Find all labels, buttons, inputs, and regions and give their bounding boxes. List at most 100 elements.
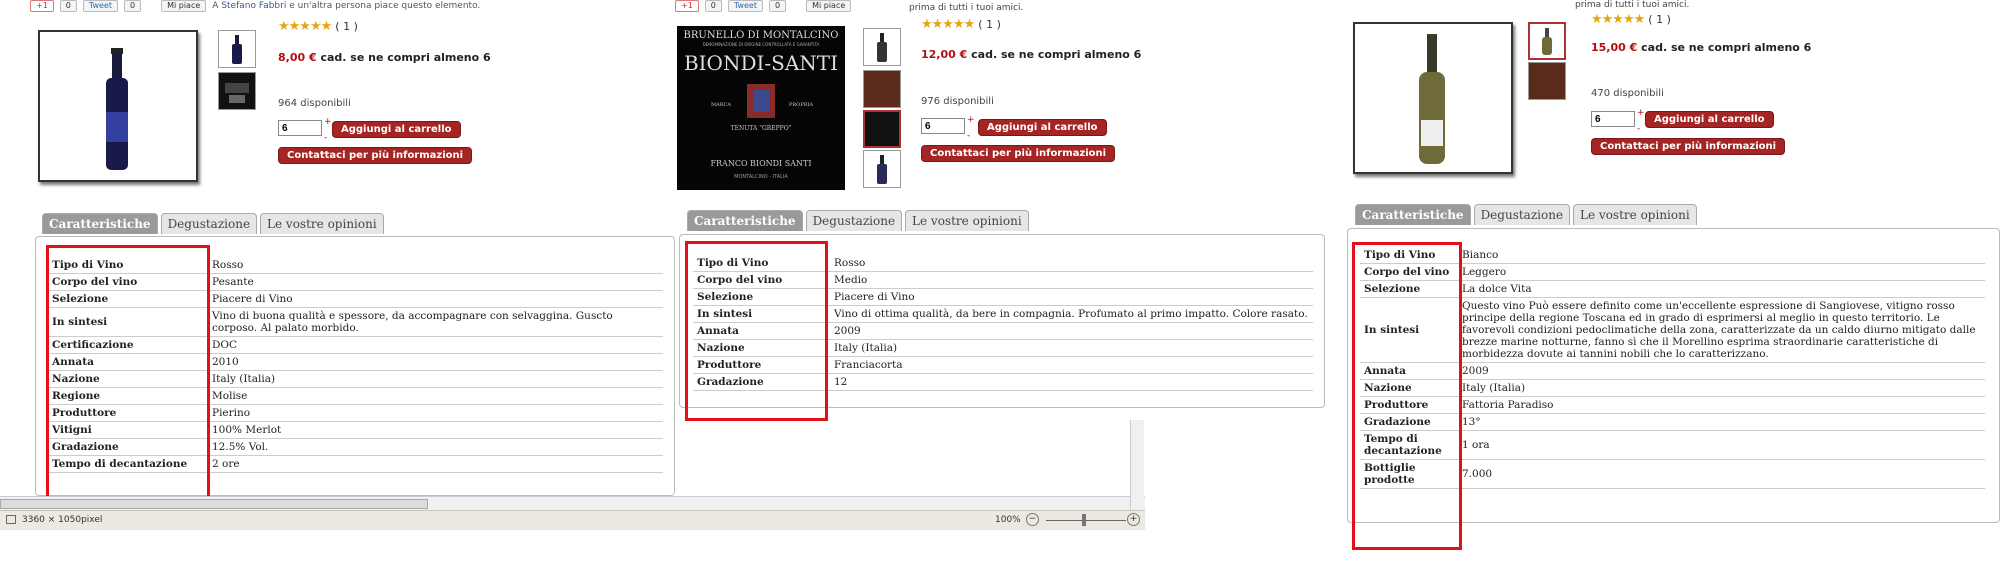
thumbnail-2[interactable]	[218, 72, 256, 110]
thumbnail-1[interactable]	[218, 30, 256, 68]
like-button[interactable]: Mi piace	[161, 0, 207, 12]
spec-value: 7.000	[1458, 459, 1985, 489]
wine-label-image: BRUNELLO DI MONTALCINO DENOMINAZIONE DI …	[677, 26, 845, 190]
svg-text:MARCA: MARCA	[711, 102, 731, 108]
spec-value: DOC	[208, 336, 663, 354]
tweet-button[interactable]: Tweet	[82, 0, 118, 12]
quantity-input[interactable]	[1591, 111, 1635, 127]
contact-button[interactable]: Contattaci per più informazioni	[1591, 138, 1786, 155]
zoom-level: 100%	[995, 515, 1021, 525]
like-text: prima di tutti i tuoi amici.	[1575, 0, 1690, 10]
spec-value: Questo vino Può essere definito come un'…	[1458, 297, 1985, 363]
wine-bottle-icon	[106, 48, 128, 170]
product-panel-3: prima di tutti i tuoi amici. ★★★★★( 1 ) …	[1345, 0, 2000, 588]
scrollbar-thumb[interactable]	[0, 499, 428, 509]
product-image[interactable]: BRUNELLO DI MONTALCINO DENOMINAZIONE DI …	[677, 26, 845, 190]
highlight-box	[685, 241, 828, 421]
svg-text:BIONDI-SANTI: BIONDI-SANTI	[684, 51, 838, 75]
quantity-input[interactable]	[278, 120, 322, 136]
spec-value: Pierino	[208, 404, 663, 422]
zoom-in-button[interactable]: +	[1127, 513, 1140, 526]
product-image[interactable]	[38, 30, 198, 182]
contact-button[interactable]: Contattaci per più informazioni	[921, 145, 1116, 162]
availability: 964 disponibili	[278, 98, 351, 109]
spec-value: 1 ora	[1458, 430, 1985, 460]
rating-stars[interactable]: ★★★★★( 1 )	[278, 19, 358, 34]
svg-text:FRANCO BIONDI SANTI: FRANCO BIONDI SANTI	[710, 159, 811, 168]
gplus-button[interactable]: +1	[675, 0, 699, 12]
zoom-slider-handle[interactable]	[1082, 514, 1086, 526]
svg-text:DENOMINAZIONE DI ORIGINE CONTR: DENOMINAZIONE DI ORIGINE CONTROLLATA E G…	[703, 42, 820, 47]
zoom-slider[interactable]	[1046, 520, 1126, 521]
social-bar: +1 0 Tweet 0 Mi piace	[675, 0, 852, 12]
thumbnail-3[interactable]	[863, 110, 901, 148]
tab-caratteristiche[interactable]: Caratteristiche	[42, 213, 158, 234]
product-panel-2: +1 0 Tweet 0 Mi piace prima di tutti i t…	[675, 0, 1325, 470]
svg-text:TENUTA "GREPPO": TENUTA "GREPPO"	[731, 125, 792, 132]
thumbnail-1[interactable]	[1528, 22, 1566, 60]
tweet-button[interactable]: Tweet	[727, 0, 763, 12]
quantity-stepper[interactable]: + -	[967, 116, 975, 141]
add-to-cart-button[interactable]: Aggiungi al carrello	[332, 121, 461, 138]
horizontal-scrollbar[interactable]	[0, 496, 1145, 510]
rating-stars[interactable]: ★★★★★( 1 )	[1591, 12, 1671, 27]
thumbnail-2[interactable]	[1528, 62, 1566, 100]
add-to-cart-button[interactable]: Aggiungi al carrello	[978, 119, 1107, 136]
spec-value: Vino di ottima qualità, da bere in compa…	[830, 305, 1313, 323]
product-image[interactable]	[1353, 22, 1513, 174]
tab-bar: Caratteristiche Degustazione Le vostre o…	[1355, 204, 1697, 225]
availability: 976 disponibili	[921, 96, 994, 107]
tab-opinioni[interactable]: Le vostre opinioni	[905, 210, 1029, 231]
like-button[interactable]: Mi piace	[806, 0, 852, 12]
gplus-count: 0	[704, 0, 722, 12]
contact-button[interactable]: Contattaci per più informazioni	[278, 147, 473, 164]
spec-value: Italy (Italia)	[830, 339, 1313, 357]
spec-value: Italy (Italia)	[208, 370, 663, 388]
like-text: A Stefano Fabbri e un'altra persona piac…	[212, 1, 481, 11]
spec-value: Piacere di Vino	[208, 290, 663, 308]
rating-stars[interactable]: ★★★★★( 1 )	[921, 17, 1001, 32]
spec-value: Italy (Italia)	[1458, 379, 1985, 397]
spec-value: Vino di buona qualità e spessore, da acc…	[208, 307, 663, 337]
spec-value: Piacere di Vino	[830, 288, 1313, 306]
thumbnail-4[interactable]	[863, 150, 901, 188]
highlight-box	[1352, 242, 1462, 550]
spec-value: 13°	[1458, 413, 1985, 431]
gplus-button[interactable]: +1	[30, 0, 54, 12]
spec-value: Rosso	[208, 257, 663, 274]
tab-caratteristiche[interactable]: Caratteristiche	[1355, 204, 1471, 225]
highlight-box	[46, 245, 210, 501]
spec-value: Franciacorta	[830, 356, 1313, 374]
thumbnail-2[interactable]	[863, 70, 901, 108]
monitor-icon	[6, 515, 16, 524]
tab-degustazione[interactable]: Degustazione	[160, 213, 258, 234]
tab-caratteristiche[interactable]: Caratteristiche	[687, 210, 803, 231]
spec-value: 2009	[1458, 362, 1985, 380]
like-friend-link[interactable]: Stefano Fabbri	[221, 1, 286, 11]
quantity-stepper[interactable]: + -	[1637, 109, 1645, 134]
price: 8,00 € cad. se ne compri almeno 6	[278, 51, 491, 64]
quantity-stepper[interactable]: + -	[324, 118, 332, 143]
image-dimensions: 3360 × 1050pixel	[22, 515, 103, 525]
quantity-input[interactable]	[921, 118, 965, 134]
tab-opinioni[interactable]: Le vostre opinioni	[260, 213, 384, 234]
spec-value: 2009	[830, 322, 1313, 340]
tab-degustazione[interactable]: Degustazione	[1473, 204, 1571, 225]
zoom-out-button[interactable]: −	[1026, 513, 1039, 526]
spec-value: La dolce Vita	[1458, 280, 1985, 298]
add-to-cart-button[interactable]: Aggiungi al carrello	[1645, 111, 1774, 128]
tab-opinioni[interactable]: Le vostre opinioni	[1573, 204, 1697, 225]
spec-value: 100% Merlot	[208, 421, 663, 439]
svg-text:PROPRIA: PROPRIA	[789, 102, 813, 108]
svg-text:MONTALCINO - ITALIA: MONTALCINO - ITALIA	[734, 174, 788, 180]
spec-value: Pesante	[208, 273, 663, 291]
spec-value: Bianco	[1458, 247, 1985, 264]
tab-degustazione[interactable]: Degustazione	[805, 210, 903, 231]
tab-bar: Caratteristiche Degustazione Le vostre o…	[687, 210, 1029, 231]
like-text: prima di tutti i tuoi amici.	[909, 3, 1024, 13]
price: 12,00 € cad. se ne compri almeno 6	[921, 48, 1142, 61]
thumbnail-1[interactable]	[863, 28, 901, 66]
wine-bottle-icon	[1419, 34, 1445, 164]
spec-value: 12.5% Vol.	[208, 438, 663, 456]
vertical-scrollbar[interactable]	[1130, 420, 1144, 510]
